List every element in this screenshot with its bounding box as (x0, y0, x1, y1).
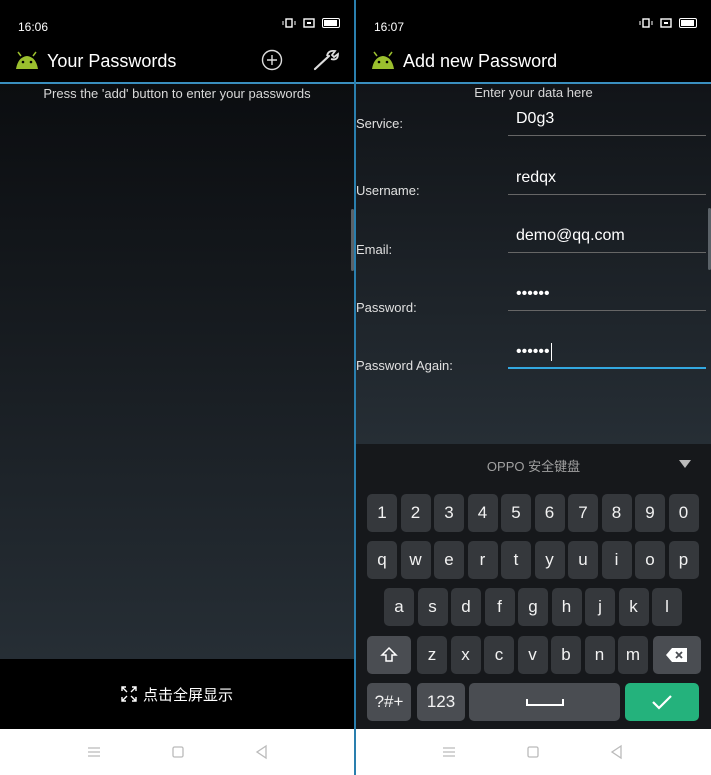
key-h[interactable]: h (551, 588, 582, 626)
system-nav-bar (356, 729, 711, 775)
key-n[interactable]: n (584, 636, 615, 674)
key-b[interactable]: b (551, 636, 581, 674)
key-8[interactable]: 8 (601, 494, 632, 532)
confirm-key[interactable] (625, 683, 699, 721)
key-g[interactable]: g (518, 588, 548, 626)
back-nav-icon[interactable] (252, 743, 272, 761)
key-i[interactable]: i (601, 541, 632, 579)
fullscreen-bar[interactable]: 点击全屏显示 (0, 659, 354, 729)
key-0[interactable]: 0 (668, 494, 699, 532)
password-again-field[interactable]: •••••• (508, 339, 706, 369)
status-time: 16:06 (18, 20, 49, 34)
key-s[interactable]: s (417, 588, 448, 626)
key-1[interactable]: 1 (367, 494, 397, 532)
empty-hint: Press the 'add' button to enter your pas… (43, 86, 311, 101)
key-j[interactable]: j (585, 588, 615, 626)
username-label: Username: (356, 183, 420, 198)
key-f[interactable]: f (484, 588, 515, 626)
key-a[interactable]: a (384, 588, 414, 626)
key-l[interactable]: l (652, 588, 682, 626)
nfc-icon (660, 18, 672, 28)
status-bar: 16:07 (356, 12, 711, 40)
password-field[interactable]: •••••• (508, 281, 706, 311)
password-label: Password: (356, 300, 417, 315)
key-c[interactable]: c (484, 636, 514, 674)
key-k[interactable]: k (618, 588, 649, 626)
password-again-label: Password Again: (356, 358, 453, 373)
key-7[interactable]: 7 (568, 494, 598, 532)
home-nav-icon[interactable] (168, 743, 188, 761)
expand-icon (121, 686, 137, 702)
shift-icon (380, 646, 398, 662)
key-x[interactable]: x (450, 636, 481, 674)
password-list-screen: 16:06 Your Passwords Press the 'add' but… (0, 0, 354, 775)
space-icon (525, 699, 564, 706)
key-r[interactable]: r (467, 541, 498, 579)
service-field[interactable]: D0g3 (508, 106, 706, 136)
numbers-key[interactable]: 123 (417, 683, 465, 721)
battery-icon (322, 18, 340, 28)
status-bar: 16:06 (0, 12, 354, 40)
backspace-icon (666, 648, 687, 662)
key-e[interactable]: e (434, 541, 464, 579)
key-w[interactable]: w (400, 541, 431, 579)
space-key[interactable] (469, 683, 620, 721)
battery-icon (679, 18, 697, 28)
shift-key[interactable] (367, 636, 411, 674)
key-d[interactable]: d (451, 588, 481, 626)
system-nav-bar (0, 729, 354, 775)
vibrate-icon (639, 18, 653, 28)
keyboard-name: OPPO 安全键盘 (486, 459, 581, 474)
menu-nav-icon[interactable] (439, 743, 459, 761)
action-bar: Your Passwords (0, 40, 354, 82)
secure-keyboard: OPPO 安全键盘 1234567890qwertyuiopasdfghjklz… (356, 444, 711, 729)
key-u[interactable]: u (568, 541, 598, 579)
symbols-key[interactable]: ?#+ (367, 683, 411, 721)
fullscreen-label: 点击全屏显示 (142, 687, 233, 704)
key-y[interactable]: y (534, 541, 565, 579)
status-time: 16:07 (374, 20, 405, 34)
backspace-key[interactable] (653, 636, 701, 674)
page-title: Add new Password (403, 51, 558, 71)
key-4[interactable]: 4 (467, 494, 498, 532)
action-bar: Add new Password (356, 40, 711, 82)
add-password-screen: 16:07 Add new Password Enter your data h… (356, 0, 711, 775)
add-icon[interactable] (261, 49, 283, 71)
collapse-keyboard-icon[interactable] (679, 460, 691, 468)
wrench-settings-icon[interactable] (312, 48, 340, 72)
android-logo-icon (16, 51, 38, 69)
key-2[interactable]: 2 (400, 494, 431, 532)
key-5[interactable]: 5 (501, 494, 531, 532)
password-list-area: Press the 'add' button to enter your pas… (0, 84, 354, 659)
email-label: Email: (356, 242, 393, 257)
key-3[interactable]: 3 (434, 494, 464, 532)
home-nav-icon[interactable] (523, 743, 543, 761)
key-t[interactable]: t (501, 541, 531, 579)
service-label: Service: (356, 116, 403, 131)
form-area: Enter your data here Service: D0g3 Usern… (356, 84, 711, 444)
vibrate-icon (282, 18, 296, 28)
android-logo-icon (372, 51, 394, 69)
nfc-icon (303, 18, 315, 28)
key-p[interactable]: p (668, 541, 699, 579)
key-z[interactable]: z (417, 636, 447, 674)
key-q[interactable]: q (367, 541, 397, 579)
menu-nav-icon[interactable] (84, 743, 104, 761)
key-v[interactable]: v (517, 636, 548, 674)
back-nav-icon[interactable] (607, 743, 627, 761)
email-field[interactable]: demo@qq.com (508, 223, 706, 253)
password-again-value: •••••• (516, 343, 550, 360)
text-caret (550, 342, 552, 361)
key-9[interactable]: 9 (635, 494, 665, 532)
page-title: Your Passwords (47, 51, 177, 71)
key-6[interactable]: 6 (534, 494, 565, 532)
form-hint: Enter your data here (474, 85, 593, 100)
username-field[interactable]: redqx (508, 165, 706, 195)
check-icon (652, 695, 672, 710)
key-m[interactable]: m (618, 636, 648, 674)
key-o[interactable]: o (635, 541, 665, 579)
